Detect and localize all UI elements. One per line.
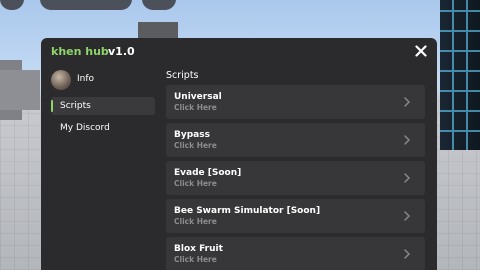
background-glass-building — [440, 0, 480, 150]
script-action: Click Here — [174, 141, 217, 150]
avatar — [51, 70, 71, 90]
chevron-right-icon — [404, 135, 410, 145]
hud-button[interactable] — [142, 0, 176, 10]
game-viewport: khen hub v1.0 Info Scripts My Discord Sc… — [0, 0, 480, 270]
script-name: Evade [Soon] — [174, 168, 242, 178]
script-item-blox-fruit[interactable]: Blox Fruit Click Here — [166, 237, 425, 270]
script-item-universal[interactable]: Universal Click Here — [166, 85, 425, 119]
script-action: Click Here — [174, 179, 217, 188]
hub-version: v1.0 — [108, 45, 135, 58]
script-name: Universal — [174, 92, 222, 102]
active-indicator — [51, 100, 53, 112]
section-title: Scripts — [166, 70, 199, 81]
script-item-evade[interactable]: Evade [Soon] Click Here — [166, 161, 425, 195]
sidebar-item-scripts[interactable]: Scripts — [51, 97, 155, 115]
profile-label: Info — [77, 74, 95, 84]
scripts-panel: Scripts Universal Click Here Bypass Clic… — [166, 66, 428, 270]
close-button[interactable] — [411, 41, 431, 61]
script-action: Click Here — [174, 103, 217, 112]
script-name: Bypass — [174, 130, 210, 140]
hub-title: khen hub — [51, 45, 109, 58]
script-action: Click Here — [174, 217, 217, 226]
chevron-right-icon — [404, 249, 410, 259]
close-icon — [415, 45, 427, 57]
chevron-right-icon — [404, 173, 410, 183]
hub-window: khen hub v1.0 Info Scripts My Discord Sc… — [41, 38, 437, 270]
script-item-bypass[interactable]: Bypass Click Here — [166, 123, 425, 157]
profile-info[interactable]: Info — [51, 70, 155, 90]
hud-button[interactable] — [40, 0, 132, 10]
script-action: Click Here — [174, 255, 217, 264]
script-name: Blox Fruit — [174, 244, 223, 254]
script-name: Bee Swarm Simulator [Soon] — [174, 206, 321, 216]
sidebar-item-my-discord[interactable]: My Discord — [51, 119, 155, 137]
sidebar: Info Scripts My Discord — [47, 66, 157, 270]
hud-button[interactable] — [0, 0, 24, 10]
chevron-right-icon — [404, 211, 410, 221]
window-titlebar[interactable]: khen hub v1.0 — [41, 38, 437, 66]
script-item-bee-swarm-simulator[interactable]: Bee Swarm Simulator [Soon] Click Here — [166, 199, 425, 233]
sidebar-item-label: Scripts — [60, 101, 91, 111]
background-block — [0, 70, 40, 110]
chevron-right-icon — [404, 97, 410, 107]
sidebar-item-label: My Discord — [60, 123, 110, 133]
